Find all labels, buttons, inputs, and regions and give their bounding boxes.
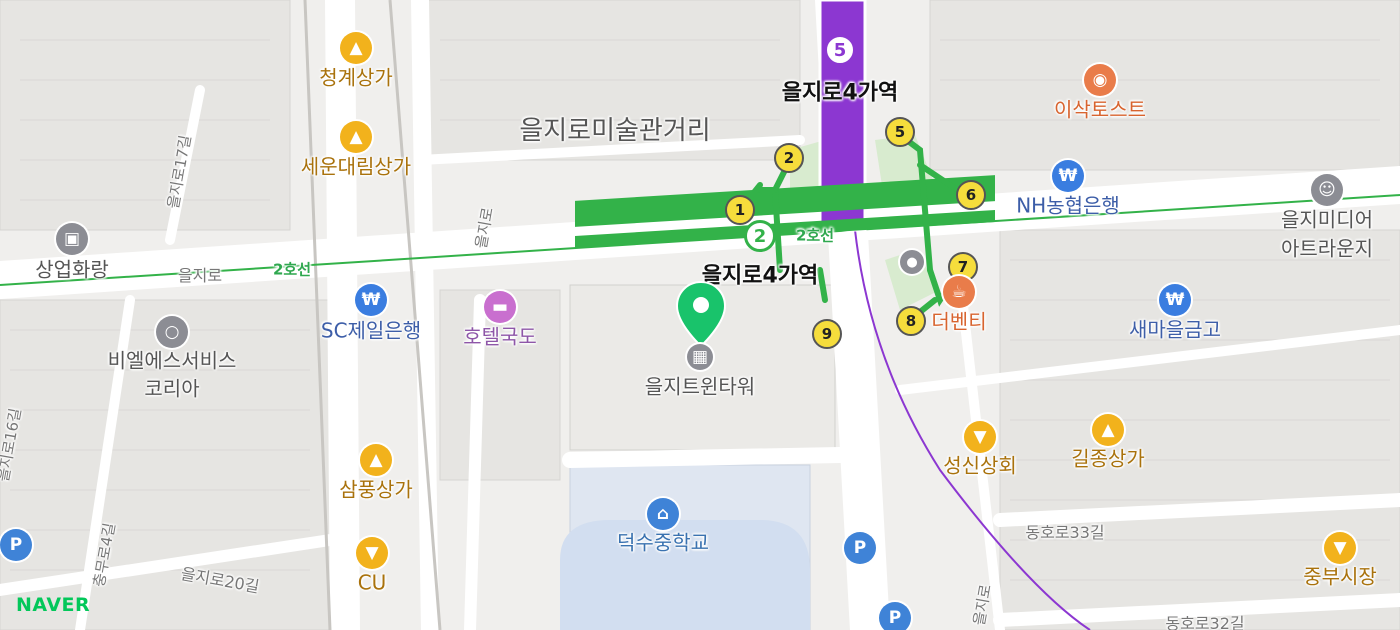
poi-beeleum-1[interactable]: 비엘에스서비스 [108, 349, 237, 373]
picture-icon[interactable]: ▣ [56, 223, 88, 255]
circle-icon[interactable]: ○ [156, 316, 188, 348]
coffee-icon[interactable]: ☕ [943, 276, 975, 308]
basket-icon[interactable]: ▼ [964, 421, 996, 453]
poi-hotel[interactable]: 호텔국도 [463, 325, 537, 349]
exit-6[interactable]: 6 [956, 180, 986, 210]
face-icon[interactable]: ☺ [1311, 174, 1343, 206]
poi-beeleum-2[interactable]: 코리아 [144, 377, 199, 401]
poi-debenti[interactable]: 더벤티 [931, 310, 986, 334]
exit-2[interactable]: 2 [774, 143, 804, 173]
area-label-art-street: 을지로미술관거리 [519, 116, 711, 147]
won-icon[interactable]: ₩ [1052, 160, 1084, 192]
parking-icon[interactable]: P [844, 532, 876, 564]
poi-jungbu[interactable]: 중부시장 [1303, 565, 1377, 589]
poi-media-2[interactable]: 아트라운지 [1281, 237, 1373, 261]
toilet-icon[interactable]: ● [900, 250, 924, 274]
shopping-bag-icon[interactable]: ▲ [360, 444, 392, 476]
poi-saemaeul[interactable]: 새마을금고 [1129, 318, 1221, 342]
poi-cu[interactable]: CU [358, 571, 387, 595]
poi-sc-bank[interactable]: SC제일은행 [321, 319, 421, 343]
building-icon: ▦ [687, 344, 713, 370]
shopping-bag-icon[interactable]: ▲ [1092, 414, 1124, 446]
basket-icon[interactable]: ▼ [356, 537, 388, 569]
bed-icon[interactable]: ▬ [484, 291, 516, 323]
line5-badge[interactable]: 5 [824, 34, 856, 66]
line2-label-west: 2호선 [272, 260, 312, 279]
basket-icon[interactable]: ▼ [1324, 532, 1356, 564]
won-icon[interactable]: ₩ [1159, 284, 1191, 316]
shopping-bag-icon[interactable]: ▲ [340, 121, 372, 153]
poi-sampung[interactable]: 삼풍상가 [339, 478, 413, 502]
poi-seongsin[interactable]: 성신상회 [943, 454, 1017, 478]
road-label-donghoro32: 동호로32길 [1165, 613, 1245, 630]
exit-8[interactable]: 8 [896, 306, 926, 336]
road-label-euljiro: 을지로 [177, 265, 223, 285]
poi-giljong[interactable]: 길종상가 [1071, 447, 1145, 471]
location-pin-icon[interactable] [675, 280, 727, 348]
parking-icon[interactable]: P [879, 602, 911, 630]
poi-isak[interactable]: 이삭토스트 [1054, 98, 1146, 122]
poi-deoksu[interactable]: 덕수중학교 [617, 531, 709, 555]
line2-badge[interactable]: 2 [744, 220, 776, 252]
poi-seun[interactable]: 세운대림상가 [301, 155, 411, 179]
toast-icon[interactable]: ◉ [1084, 64, 1116, 96]
exit-9[interactable]: 9 [812, 319, 842, 349]
poi-sangup[interactable]: 상업화랑 [35, 258, 109, 282]
station-label-top[interactable]: 을지로4가역 [782, 80, 899, 105]
exit-5[interactable]: 5 [885, 117, 915, 147]
parking-icon[interactable]: P [0, 529, 32, 561]
shopping-bag-icon[interactable]: ▲ [340, 32, 372, 64]
poi-media-1[interactable]: 을지미디어 [1281, 208, 1373, 232]
exit-1[interactable]: 1 [725, 195, 755, 225]
poi-cheonggye[interactable]: 청계상가 [319, 66, 393, 90]
poi-nh[interactable]: NH농협은행 [1016, 194, 1120, 218]
line2-label-station: 2호선 [795, 226, 835, 245]
naver-logo[interactable]: NAVER [16, 594, 90, 616]
poi-twin[interactable]: 을지트윈타워 [645, 375, 755, 399]
map-canvas[interactable]: 을지로미술관거리 5 을지로4가역 2 2호선 을지로4가역 2호선 1 2 5… [0, 0, 1400, 630]
road-label-donghoro33: 동호로33길 [1025, 522, 1105, 542]
won-icon[interactable]: ₩ [355, 284, 387, 316]
school-icon[interactable]: ⌂ [647, 498, 679, 530]
